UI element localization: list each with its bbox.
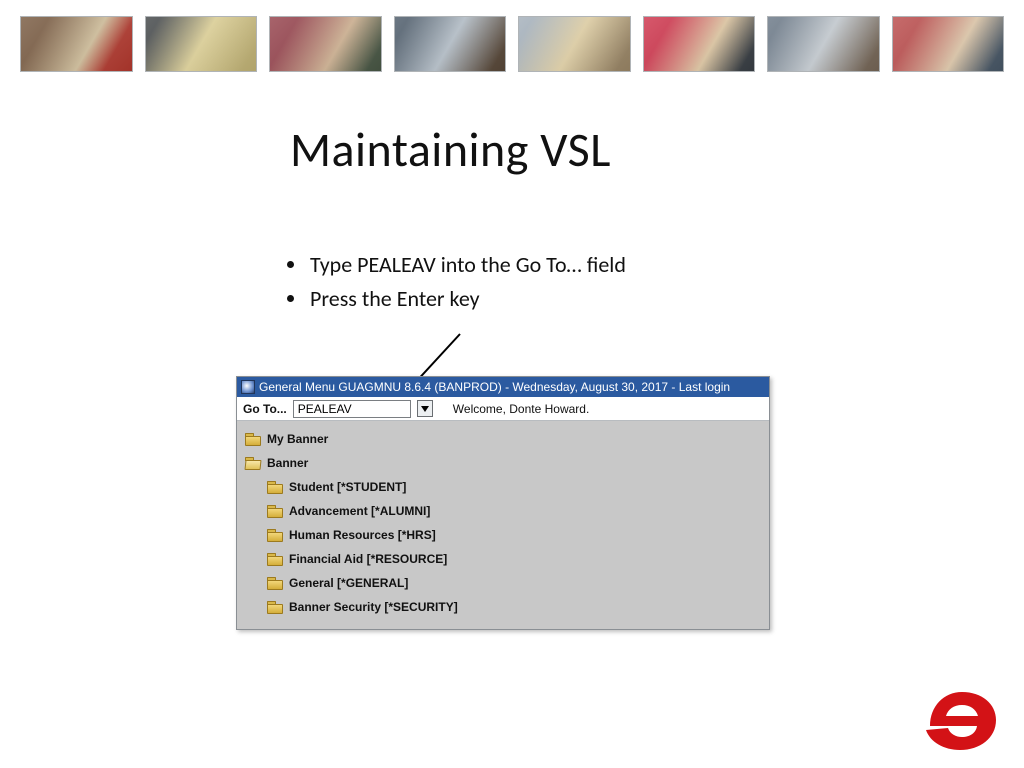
folder-icon xyxy=(267,601,283,614)
banner-app-window: General Menu GUAGMNU 8.6.4 (BANPROD) - W… xyxy=(236,376,770,630)
header-photo xyxy=(394,16,507,72)
tree-item-student[interactable]: Student [*STUDENT] xyxy=(267,475,761,499)
goto-input[interactable] xyxy=(293,400,411,418)
tree-label: Banner Security [*SECURITY] xyxy=(289,600,458,614)
folder-icon xyxy=(267,505,283,518)
tree-item-advancement[interactable]: Advancement [*ALUMNI] xyxy=(267,499,761,523)
tree-item-financial-aid[interactable]: Financial Aid [*RESOURCE] xyxy=(267,547,761,571)
tree-item-my-banner[interactable]: My Banner xyxy=(245,427,761,451)
welcome-text: Welcome, Donte Howard. xyxy=(453,402,590,416)
app-icon xyxy=(241,380,255,394)
instruction-list: Type PEALEAV into the Go To… field Press… xyxy=(280,248,626,316)
tree-label: General [*GENERAL] xyxy=(289,576,408,590)
window-titlebar: General Menu GUAGMNU 8.6.4 (BANPROD) - W… xyxy=(237,377,769,397)
header-photo xyxy=(145,16,258,72)
chevron-down-icon xyxy=(421,406,429,412)
tree-label: Financial Aid [*RESOURCE] xyxy=(289,552,447,566)
goto-bar: Go To... Welcome, Donte Howard. xyxy=(237,397,769,421)
header-photo xyxy=(20,16,133,72)
tree-label: My Banner xyxy=(267,432,328,446)
tree-label: Human Resources [*HRS] xyxy=(289,528,436,542)
goto-label: Go To... xyxy=(243,402,287,416)
tree-item-general[interactable]: General [*GENERAL] xyxy=(267,571,761,595)
folder-icon xyxy=(267,481,283,494)
folder-icon xyxy=(267,529,283,542)
header-photo-strip xyxy=(20,16,1004,72)
folder-icon xyxy=(267,577,283,590)
instruction-item: Press the Enter key xyxy=(308,282,626,316)
header-photo xyxy=(269,16,382,72)
slide-title: Maintaining VSL xyxy=(290,120,611,179)
header-photo xyxy=(767,16,880,72)
brand-logo-e-icon xyxy=(924,690,1000,752)
goto-dropdown-button[interactable] xyxy=(417,400,433,417)
folder-icon xyxy=(245,433,261,446)
folder-icon xyxy=(267,553,283,566)
tree-item-banner[interactable]: Banner xyxy=(245,451,761,475)
tree-item-security[interactable]: Banner Security [*SECURITY] xyxy=(267,595,761,619)
nav-tree: My Banner Banner Student [*STUDENT] Adva… xyxy=(237,421,769,629)
folder-open-icon xyxy=(245,457,261,470)
tree-label: Banner xyxy=(267,456,308,470)
instruction-item: Type PEALEAV into the Go To… field xyxy=(308,248,626,282)
tree-label: Advancement [*ALUMNI] xyxy=(289,504,430,518)
tree-item-hr[interactable]: Human Resources [*HRS] xyxy=(267,523,761,547)
tree-label: Student [*STUDENT] xyxy=(289,480,406,494)
header-photo xyxy=(518,16,631,72)
header-photo xyxy=(892,16,1005,72)
header-photo xyxy=(643,16,756,72)
window-title-text: General Menu GUAGMNU 8.6.4 (BANPROD) - W… xyxy=(259,380,730,394)
